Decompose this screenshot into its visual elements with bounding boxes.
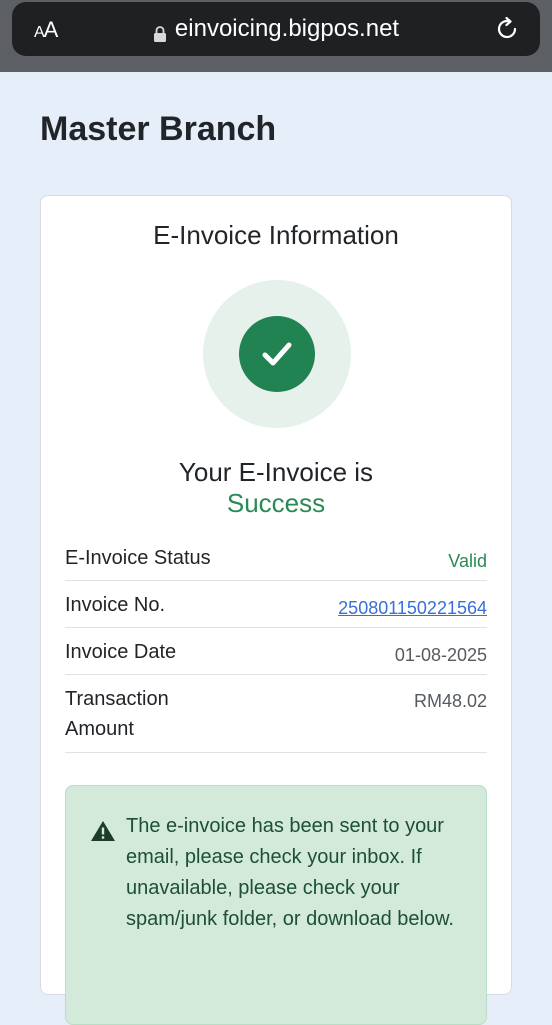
alert-message: The e-invoice has been sent to your emai… bbox=[126, 815, 454, 930]
table-row: E-Invoice Status Valid bbox=[65, 533, 487, 581]
row-value: Valid bbox=[448, 551, 487, 571]
row-value: 01-08-2025 bbox=[394, 645, 487, 665]
invoice-details-table: E-Invoice Status Valid Invoice No. 25080… bbox=[65, 533, 487, 753]
status-value: Success bbox=[226, 488, 326, 518]
row-label: Transaction Amount bbox=[65, 688, 169, 740]
e-invoice-card: E-Invoice Information Your E-Invoice is … bbox=[40, 195, 512, 1025]
row-label: E-Invoice Status bbox=[65, 547, 211, 569]
invoice-number-link[interactable]: 250801150221564 bbox=[338, 598, 487, 619]
warning-icon bbox=[90, 820, 116, 847]
lock-icon bbox=[153, 21, 167, 42]
success-badge bbox=[203, 280, 351, 428]
email-sent-alert: The e-invoice has been sent to your emai… bbox=[65, 785, 487, 1025]
url-text: einvoicing.bigpos.net bbox=[174, 15, 400, 42]
table-row: Invoice No. 250801150221564 bbox=[65, 581, 487, 628]
status-prefix: Your E-Invoice is bbox=[178, 457, 374, 487]
table-row: Transaction Amount RM48.02 bbox=[65, 675, 487, 753]
browser-chrome: AA einvoicing.bigpos.net bbox=[0, 0, 552, 72]
row-value: RM48.02 bbox=[413, 691, 487, 711]
url-display[interactable]: einvoicing.bigpos.net bbox=[12, 15, 540, 43]
card-title: E-Invoice Information bbox=[153, 220, 399, 250]
reload-icon[interactable] bbox=[494, 16, 520, 42]
page-title: Master Branch bbox=[40, 110, 277, 148]
checkmark-icon bbox=[262, 342, 292, 366]
success-circle bbox=[239, 316, 315, 392]
table-row: Invoice Date 01-08-2025 bbox=[65, 628, 487, 675]
address-bar[interactable]: AA einvoicing.bigpos.net bbox=[12, 2, 540, 56]
